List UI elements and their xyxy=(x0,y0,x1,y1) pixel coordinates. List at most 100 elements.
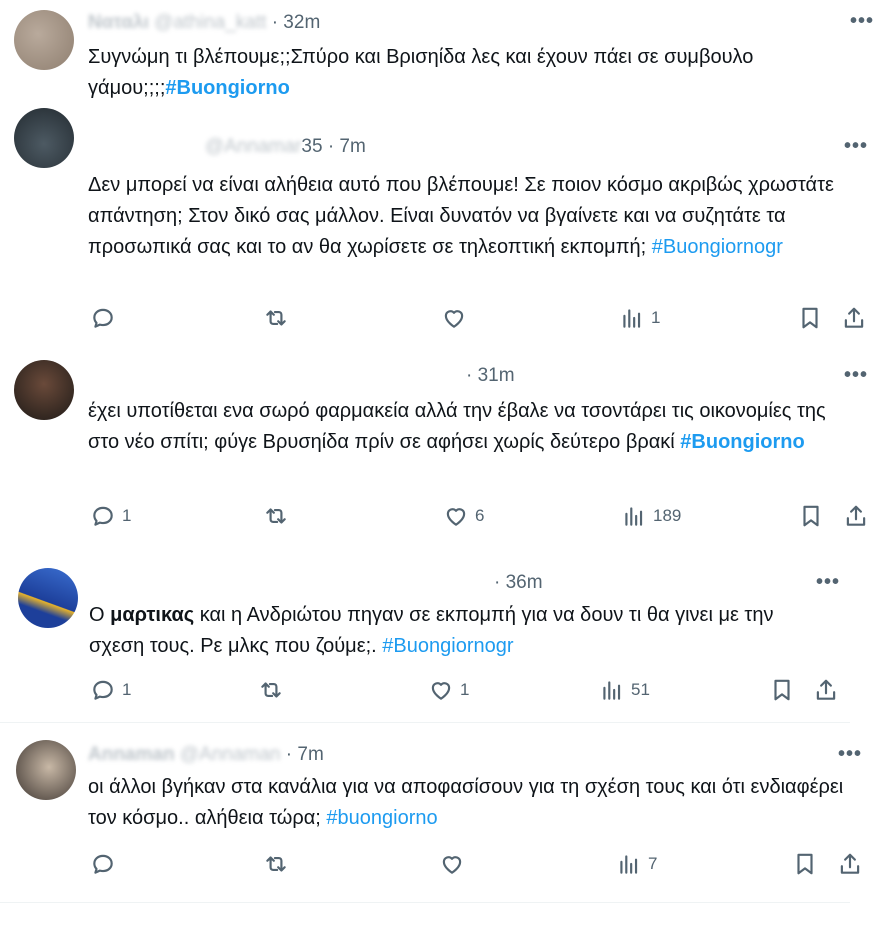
reply-icon xyxy=(93,308,113,328)
tweet-1[interactable]: Ναταλι @athina_katt · 32m ••• Συγνώμη τι… xyxy=(0,0,880,120)
user-name[interactable]: Ναταλι xyxy=(88,12,149,34)
retweet-icon xyxy=(266,856,286,872)
heart-icon xyxy=(442,856,462,874)
user-handle[interactable]: @Annamar xyxy=(205,136,301,158)
share-button[interactable] xyxy=(813,677,839,703)
more-options-icon[interactable]: ••• xyxy=(838,743,862,766)
divider xyxy=(0,902,850,903)
heart-icon xyxy=(444,310,464,328)
analytics-icon xyxy=(623,309,641,328)
like-count: 1 xyxy=(460,680,470,699)
share-button[interactable] xyxy=(843,503,869,529)
tweet-meta: Ναταλι @athina_katt · 32m xyxy=(88,12,320,34)
share-icon xyxy=(844,307,864,328)
views-button[interactable]: 51 xyxy=(599,677,650,703)
tweet-meta: @Annamar35 · 7m xyxy=(205,136,366,158)
tweet-actions: 1 1 51 xyxy=(0,677,880,707)
avatar[interactable] xyxy=(16,740,76,800)
share-icon xyxy=(840,853,860,874)
like-count: 6 xyxy=(475,506,485,525)
tweet-meta: Annaman @Annaman · 7m xyxy=(88,744,324,766)
avatar[interactable] xyxy=(14,360,74,420)
retweet-icon xyxy=(266,508,286,524)
tweet-meta: · 36m xyxy=(494,572,543,594)
tweet-body: οι άλλοι βγήκαν στα κανάλια για να αποφα… xyxy=(88,776,844,829)
bookmark-button[interactable] xyxy=(792,851,818,877)
hashtag-link[interactable]: #Buongiornogr xyxy=(652,236,783,258)
analytics-icon xyxy=(620,855,638,874)
analytics-icon xyxy=(603,681,621,700)
timestamp[interactable]: · 7m xyxy=(286,744,324,765)
more-options-icon[interactable]: ••• xyxy=(816,571,840,594)
bookmark-icon xyxy=(797,853,813,875)
heart-icon xyxy=(446,508,466,526)
tweet-2[interactable]: @Annamar35 · 7m ••• Δεν μπορεί να είναι … xyxy=(0,108,880,360)
reply-button[interactable] xyxy=(90,851,122,877)
tweet-actions: 7 xyxy=(0,851,880,881)
tweet-meta: · 31m xyxy=(466,365,515,387)
tweet-3[interactable]: · 31m ••• έχει υποτίθεται ενα σωρό φαρμα… xyxy=(0,360,880,560)
more-options-icon[interactable]: ••• xyxy=(850,10,874,33)
retweet-button[interactable] xyxy=(263,305,295,331)
like-button[interactable]: 1 xyxy=(428,677,469,703)
avatar[interactable] xyxy=(18,568,78,628)
tweet-actions: 1 6 189 xyxy=(0,503,880,533)
tweet-text: οι άλλοι βγήκαν στα κανάλια για να αποφα… xyxy=(88,772,850,834)
avatar[interactable] xyxy=(14,10,74,70)
reply-icon xyxy=(93,506,113,526)
view-count: 189 xyxy=(653,506,682,525)
analytics-icon xyxy=(625,507,643,526)
tweet-text: έχει υποτίθεται ενα σωρό φαρμακεία αλλά … xyxy=(88,396,850,458)
bookmark-icon xyxy=(802,307,818,329)
tweet-body-start: Ο xyxy=(89,604,111,626)
bookmark-icon xyxy=(803,505,819,527)
views-button[interactable]: 189 xyxy=(621,503,681,529)
heart-icon xyxy=(431,682,451,700)
share-button[interactable] xyxy=(841,305,867,331)
more-options-icon[interactable]: ••• xyxy=(844,364,868,387)
view-count: 7 xyxy=(648,854,658,873)
view-count: 1 xyxy=(651,308,661,327)
reply-button[interactable] xyxy=(90,305,122,331)
reply-icon xyxy=(93,854,113,874)
user-handle-suffix: 35 xyxy=(301,136,323,157)
bookmark-button[interactable] xyxy=(798,503,824,529)
like-button[interactable]: 6 xyxy=(443,503,484,529)
reply-button[interactable]: 1 xyxy=(90,503,131,529)
bookmark-icon xyxy=(774,679,790,701)
share-button[interactable] xyxy=(837,851,863,877)
user-handle[interactable]: @athina_katt xyxy=(154,12,266,34)
retweet-button[interactable] xyxy=(263,851,295,877)
views-button[interactable]: 7 xyxy=(616,851,657,877)
reply-count: 1 xyxy=(122,680,132,699)
hashtag-link[interactable]: #buongiorno xyxy=(326,807,437,829)
hashtag-link[interactable]: #Buongiorno xyxy=(165,77,289,99)
timestamp[interactable]: · 36m xyxy=(494,572,543,593)
timestamp[interactable]: · 32m xyxy=(272,12,321,33)
avatar[interactable] xyxy=(14,108,74,168)
retweet-button[interactable] xyxy=(263,503,295,529)
reply-icon xyxy=(93,680,113,700)
retweet-button[interactable] xyxy=(258,677,290,703)
retweet-icon xyxy=(266,310,286,326)
bookmark-button[interactable] xyxy=(797,305,823,331)
retweet-icon xyxy=(261,682,281,698)
like-button[interactable] xyxy=(439,851,471,877)
tweet-5[interactable]: Annaman @Annaman · 7m ••• οι άλλοι βγήκα… xyxy=(0,730,880,920)
bookmark-button[interactable] xyxy=(769,677,795,703)
mentioned-name: μαρτικας xyxy=(110,604,195,626)
user-handle[interactable]: @Annaman xyxy=(180,744,281,766)
view-count: 51 xyxy=(631,680,650,699)
timestamp[interactable]: · 7m xyxy=(328,136,366,157)
share-icon xyxy=(846,505,866,526)
hashtag-link[interactable]: #Buongiornogr xyxy=(382,635,513,657)
tweet-4[interactable]: · 36m ••• Ο μαρτικας και η Ανδριώτου πηγ… xyxy=(0,560,880,722)
views-button[interactable]: 1 xyxy=(619,305,660,331)
user-name[interactable]: Annaman xyxy=(88,744,175,766)
more-options-icon[interactable]: ••• xyxy=(844,135,868,158)
timestamp[interactable]: · 31m xyxy=(466,365,515,386)
tweet-text: Συγνώμη τι βλέπουμε;;Σπύρο και Βρισηίδα … xyxy=(88,42,850,104)
hashtag-link[interactable]: #Buongiorno xyxy=(680,431,804,453)
like-button[interactable] xyxy=(441,305,473,331)
reply-button[interactable]: 1 xyxy=(90,677,131,703)
